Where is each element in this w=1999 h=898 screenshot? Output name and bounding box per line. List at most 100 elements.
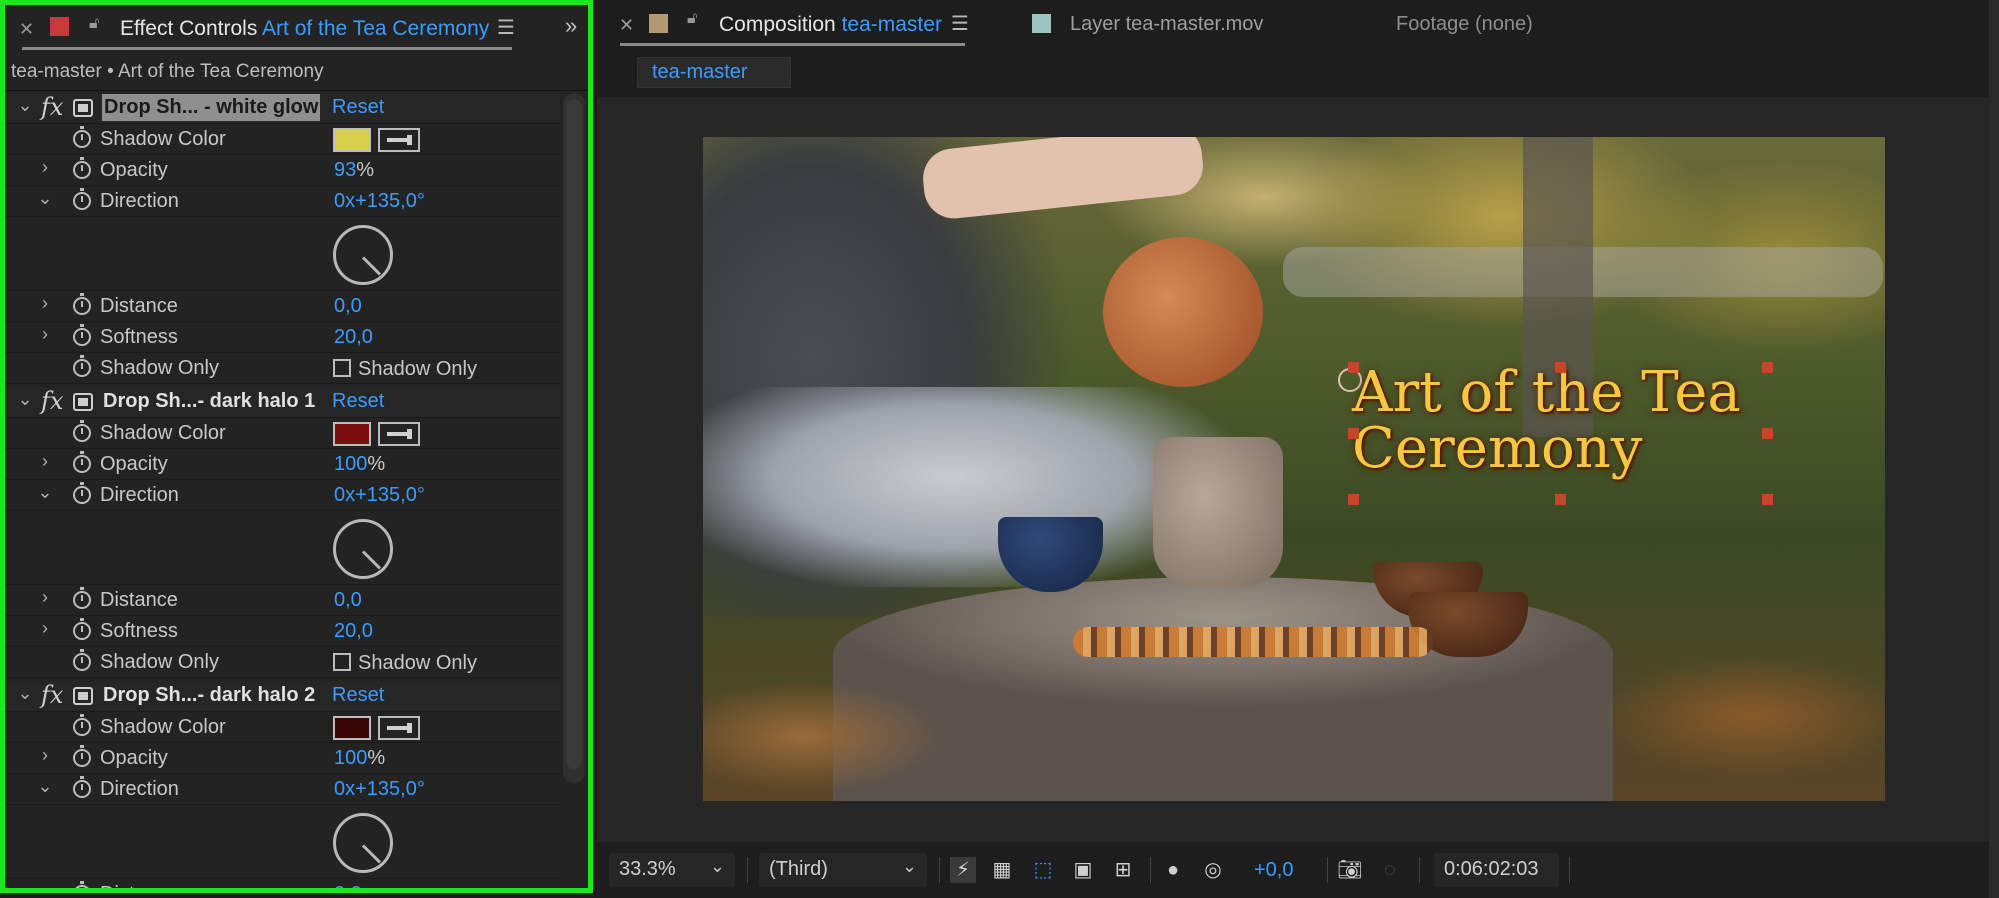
stopwatch-icon[interactable] bbox=[73, 745, 91, 767]
viewer-scrollbar[interactable] bbox=[1989, 0, 1999, 898]
shadow-only-checkbox[interactable] bbox=[333, 653, 351, 671]
twirl-open-icon[interactable]: ⌄ bbox=[35, 482, 55, 503]
twirl-open-icon[interactable]: ⌄ bbox=[15, 683, 35, 704]
fx-toggle-icon[interactable]: fx bbox=[41, 93, 63, 121]
stopwatch-icon[interactable] bbox=[73, 324, 91, 346]
panel-menu-icon[interactable]: ☰ bbox=[951, 11, 969, 36]
timecode-value[interactable]: 0:06:02:03 bbox=[1444, 858, 1539, 881]
softness-value[interactable]: 20,0 bbox=[334, 326, 373, 349]
direction-value[interactable]: 0x+135,0° bbox=[334, 484, 425, 507]
transform-handle[interactable] bbox=[1762, 362, 1773, 373]
direction-value[interactable]: 0x+135,0° bbox=[334, 190, 425, 213]
effect-controls-tab[interactable]: ✕ 🔓︎ Effect Controls Art of the Tea Cere… bbox=[5, 5, 588, 55]
twirl-closed-icon[interactable]: › bbox=[35, 451, 55, 472]
panel-overflow-icon[interactable]: » bbox=[565, 13, 577, 39]
resolution-select[interactable]: (Third) ⌄ bbox=[759, 853, 927, 887]
eyedropper-icon[interactable] bbox=[378, 716, 420, 740]
resolution-value[interactable]: (Third) bbox=[769, 858, 828, 881]
color-swatch[interactable] bbox=[333, 128, 371, 152]
twirl-open-icon[interactable]: ⌄ bbox=[35, 188, 55, 209]
transform-handle[interactable] bbox=[1348, 362, 1359, 373]
stopwatch-icon[interactable] bbox=[73, 776, 91, 798]
fast-preview-icon[interactable]: ⚡ bbox=[950, 857, 976, 883]
snapshot-camera-icon[interactable]: 📷︎ bbox=[1337, 857, 1363, 883]
twirl-open-icon[interactable]: ⌄ bbox=[15, 95, 35, 116]
chevron-down-icon[interactable]: ⌄ bbox=[710, 856, 725, 877]
twirl-closed-icon[interactable]: › bbox=[35, 745, 55, 766]
fx-toggle-icon[interactable]: fx bbox=[41, 681, 63, 709]
twirl-closed-icon[interactable]: › bbox=[35, 157, 55, 178]
angle-dial[interactable] bbox=[333, 225, 393, 285]
composition-frame[interactable]: Art of the Tea Ceremony bbox=[703, 137, 1885, 801]
layer-tab[interactable]: Layer tea-master.mov bbox=[1070, 13, 1263, 36]
stopwatch-icon[interactable] bbox=[73, 126, 91, 148]
exposure-value[interactable]: +0,0 bbox=[1254, 859, 1293, 882]
color-swatch[interactable] bbox=[333, 716, 371, 740]
transform-handle[interactable] bbox=[1762, 428, 1773, 439]
comp-tab-label[interactable]: tea-master bbox=[652, 61, 748, 84]
softness-value[interactable]: 20,0 bbox=[334, 620, 373, 643]
distance-value[interactable]: 0,0 bbox=[334, 883, 362, 888]
opacity-value[interactable]: 93% bbox=[334, 159, 374, 182]
exposure-reset-icon[interactable]: ◎ bbox=[1200, 857, 1226, 883]
reset-button[interactable]: Reset bbox=[332, 684, 384, 707]
effect-name[interactable]: Drop Sh...- dark halo 2 bbox=[103, 684, 315, 707]
tab-comp-name[interactable]: tea-master bbox=[842, 13, 942, 36]
fx-toggle-icon[interactable]: fx bbox=[41, 387, 63, 415]
color-channels-icon[interactable]: ● bbox=[1160, 857, 1186, 883]
checkbox-label[interactable]: Shadow Only bbox=[358, 358, 477, 381]
stopwatch-icon[interactable] bbox=[73, 649, 91, 671]
twirl-open-icon[interactable]: ⌄ bbox=[15, 389, 35, 410]
close-icon[interactable]: ✕ bbox=[19, 19, 34, 40]
twirl-open-icon[interactable]: ⌄ bbox=[35, 776, 55, 797]
opacity-value[interactable]: 100% bbox=[334, 453, 385, 476]
stopwatch-icon[interactable] bbox=[73, 482, 91, 504]
stopwatch-icon[interactable] bbox=[73, 618, 91, 640]
angle-dial[interactable] bbox=[333, 813, 393, 873]
lock-icon[interactable]: 🔓︎ bbox=[89, 15, 99, 33]
transparency-grid-icon[interactable]: ▦ bbox=[989, 857, 1015, 883]
eyedropper-icon[interactable] bbox=[378, 128, 420, 152]
timecode-display[interactable]: 0:06:02:03 bbox=[1434, 853, 1559, 887]
reset-button[interactable]: Reset bbox=[332, 96, 384, 119]
chevron-down-icon[interactable]: ⌄ bbox=[902, 856, 917, 877]
twirl-closed-icon[interactable]: › bbox=[35, 881, 55, 888]
region-of-interest-icon[interactable]: ▣ bbox=[1070, 857, 1096, 883]
twirl-closed-icon[interactable]: › bbox=[35, 618, 55, 639]
shadow-only-checkbox[interactable] bbox=[333, 359, 351, 377]
footage-tab[interactable]: Footage (none) bbox=[1396, 13, 1533, 36]
value-number[interactable]: 100 bbox=[334, 747, 367, 769]
twirl-closed-icon[interactable]: › bbox=[35, 587, 55, 608]
opacity-value[interactable]: 100% bbox=[334, 747, 385, 770]
stopwatch-icon[interactable] bbox=[73, 714, 91, 736]
distance-value[interactable]: 0,0 bbox=[334, 589, 362, 612]
transform-handle[interactable] bbox=[1555, 494, 1566, 505]
transform-handle[interactable] bbox=[1348, 494, 1359, 505]
effect-name[interactable]: Drop Sh... - white glow bbox=[102, 94, 321, 121]
twirl-closed-icon[interactable]: › bbox=[35, 293, 55, 314]
zoom-select[interactable]: 33.3% ⌄ bbox=[609, 853, 735, 887]
stopwatch-icon[interactable] bbox=[73, 355, 91, 377]
value-number[interactable]: 93 bbox=[334, 159, 356, 181]
effect-header-dark-halo-2[interactable]: ⌄ fx Drop Sh...- dark halo 2 Reset bbox=[5, 681, 560, 712]
reset-button[interactable]: Reset bbox=[332, 390, 384, 413]
stopwatch-icon[interactable] bbox=[73, 451, 91, 473]
twirl-closed-icon[interactable]: › bbox=[35, 324, 55, 345]
show-snapshot-icon[interactable]: ◌ bbox=[1377, 857, 1403, 883]
eyedropper-icon[interactable] bbox=[378, 422, 420, 446]
distance-value[interactable]: 0,0 bbox=[334, 295, 362, 318]
grid-guides-icon[interactable]: ⊞ bbox=[1110, 857, 1136, 883]
effect-name[interactable]: Drop Sh...- dark halo 1 bbox=[103, 390, 315, 413]
checkbox-label[interactable]: Shadow Only bbox=[358, 652, 477, 675]
stopwatch-icon[interactable] bbox=[73, 587, 91, 609]
panel-menu-icon[interactable]: ☰ bbox=[497, 15, 515, 40]
color-swatch[interactable] bbox=[333, 422, 371, 446]
effect-header-white-glow[interactable]: ⌄ fx Drop Sh... - white glow Reset bbox=[5, 93, 560, 124]
comp-flowchart-tab[interactable]: tea-master bbox=[637, 57, 791, 88]
scrollbar-thumb[interactable] bbox=[566, 99, 582, 769]
transform-handle[interactable] bbox=[1348, 428, 1359, 439]
scrollbar[interactable] bbox=[563, 93, 585, 783]
transform-handle[interactable] bbox=[1762, 494, 1773, 505]
title-text-layer[interactable]: Art of the Tea Ceremony bbox=[1338, 360, 1773, 505]
close-icon[interactable]: ✕ bbox=[619, 15, 634, 36]
